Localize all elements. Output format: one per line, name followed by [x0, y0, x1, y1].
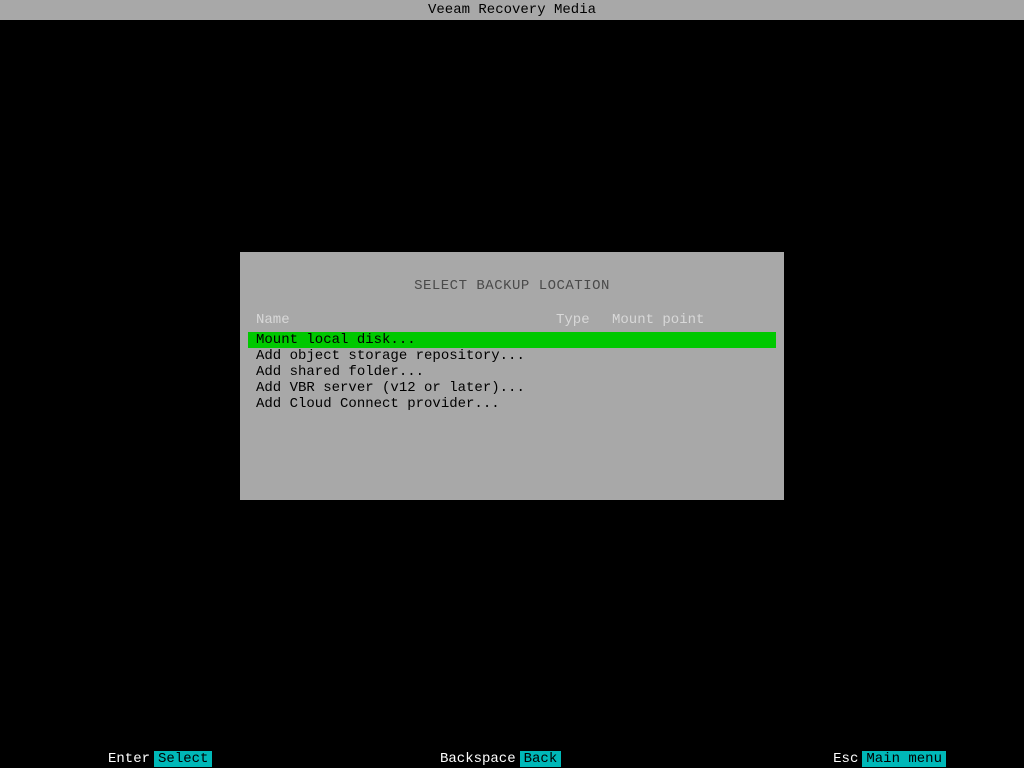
footer-key-enter: Enter: [108, 751, 150, 767]
column-header-type: Type: [556, 312, 612, 328]
column-header-name: Name: [256, 312, 556, 328]
title-bar: Veeam Recovery Media: [0, 0, 1024, 20]
footer-key-esc: Esc: [833, 751, 858, 767]
footer-esc-group: Esc Main menu: [833, 751, 946, 767]
footer-backspace-group: Backspace Back: [440, 751, 561, 767]
app-title: Veeam Recovery Media: [428, 2, 596, 18]
list-item-add-object-storage[interactable]: Add object storage repository...: [248, 348, 776, 364]
footer-bar: Enter Select Backspace Back Esc Main men…: [0, 750, 1024, 768]
list-item-label: Add object storage repository...: [256, 348, 525, 364]
list-item-label: Mount local disk...: [256, 332, 416, 348]
list-item-label: Add shared folder...: [256, 364, 424, 380]
list-item-add-vbr-server[interactable]: Add VBR server (v12 or later)...: [248, 380, 776, 396]
select-backup-location-dialog: SELECT BACKUP LOCATION Name Type Mount p…: [240, 252, 784, 500]
list-item-label: Add VBR server (v12 or later)...: [256, 380, 525, 396]
list-item-label: Add Cloud Connect provider...: [256, 396, 500, 412]
list-item-add-shared-folder[interactable]: Add shared folder...: [248, 364, 776, 380]
footer-enter-group: Enter Select: [108, 751, 212, 767]
backup-location-list: Mount local disk... Add object storage r…: [240, 332, 784, 412]
list-item-mount-local-disk[interactable]: Mount local disk...: [248, 332, 776, 348]
dialog-title: SELECT BACKUP LOCATION: [240, 252, 784, 308]
table-header: Name Type Mount point: [240, 308, 784, 332]
column-header-mount-point: Mount point: [612, 312, 768, 328]
footer-action-back[interactable]: Back: [520, 751, 562, 767]
footer-key-backspace: Backspace: [440, 751, 516, 767]
footer-action-select[interactable]: Select: [154, 751, 212, 767]
footer-action-main-menu[interactable]: Main menu: [862, 751, 946, 767]
list-item-add-cloud-connect[interactable]: Add Cloud Connect provider...: [248, 396, 776, 412]
